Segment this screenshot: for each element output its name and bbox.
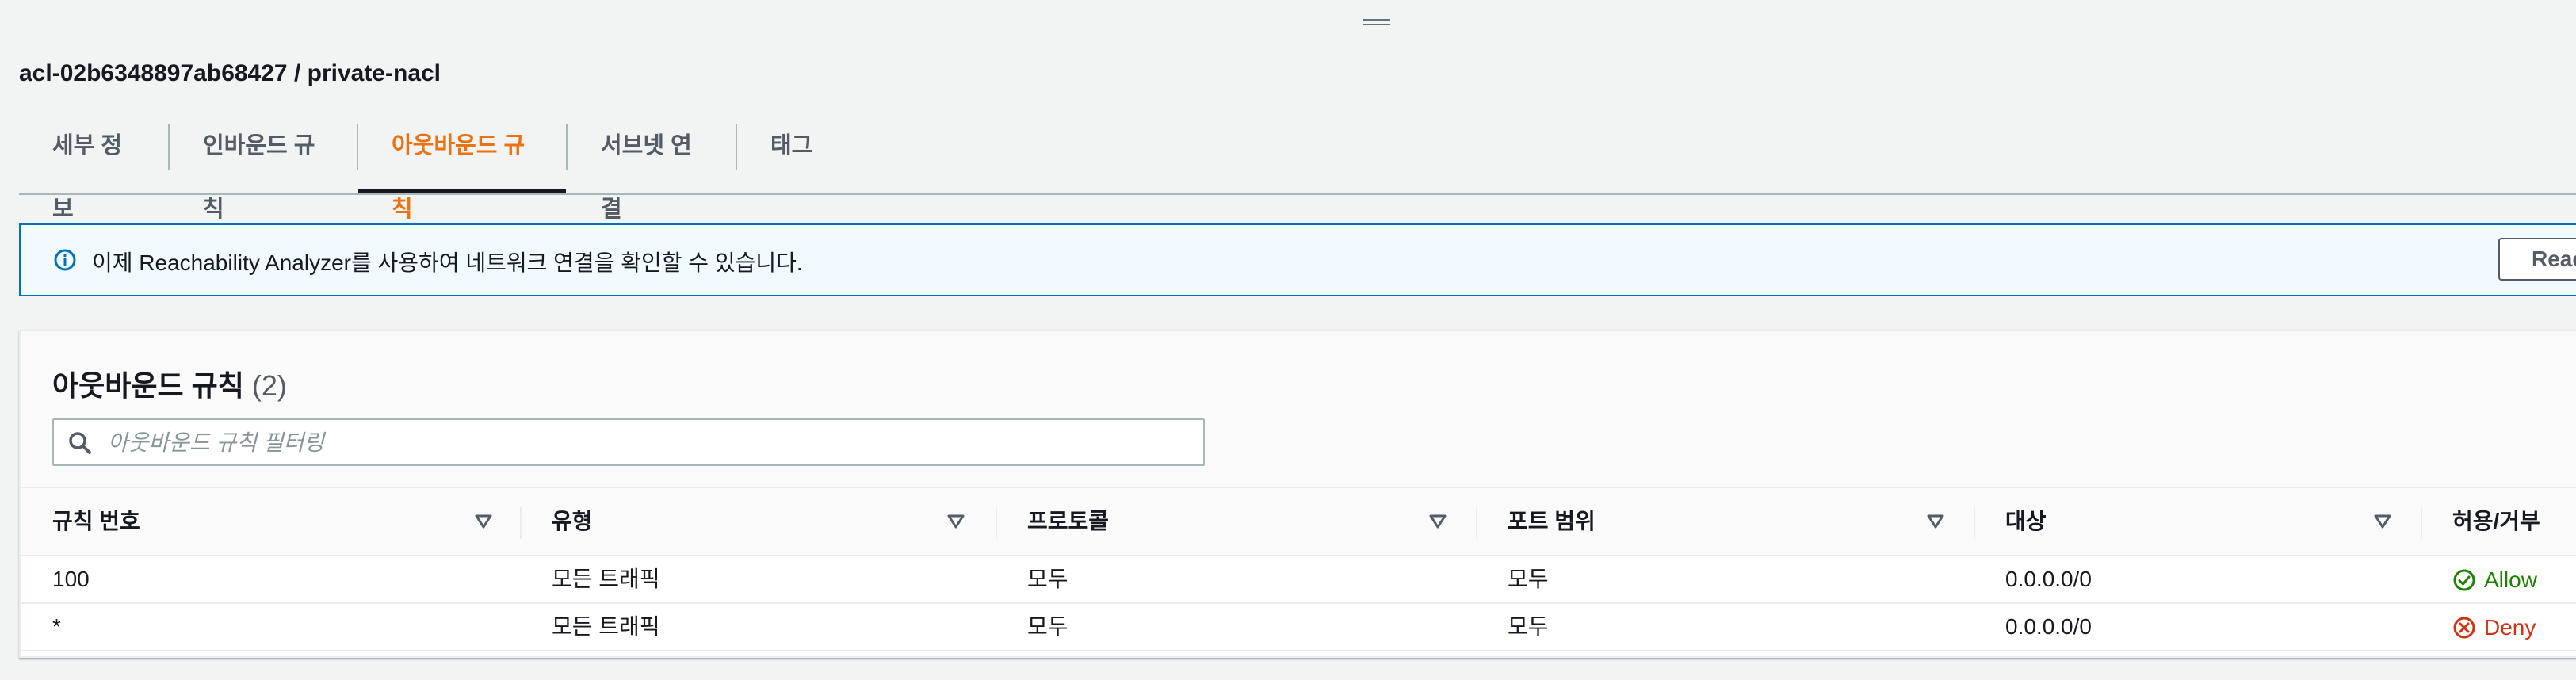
cell-protocol: 모두 [1027, 614, 1068, 639]
outbound-rules-panel: 아웃바운드 규칙 (2) 규칙 번호 유형 프로토콜 포트 범위 대상 [19, 330, 2576, 658]
column-header-type[interactable]: 유형 [552, 488, 593, 555]
tab-inbound-rules[interactable]: 인바운드 규칙 [170, 114, 357, 222]
sort-icon[interactable] [474, 512, 493, 531]
tab-bar: 세부 정보 인바운드 규칙 아웃바운드 규칙 서브넷 연결 태그 [19, 114, 2576, 222]
tab-details[interactable]: 세부 정보 [19, 114, 168, 222]
column-divider[interactable] [1476, 507, 1477, 539]
cell-destination: 0.0.0.0/0 [2005, 567, 2092, 591]
info-icon [54, 249, 76, 271]
panel-title-label: 아웃바운드 규칙 [52, 369, 244, 402]
table-row[interactable]: 100 모든 트래픽 모두 모두 0.0.0.0/0 Allow [21, 556, 2576, 604]
x-circle-icon [2453, 617, 2475, 639]
panel-resize-handle[interactable] [1363, 19, 1390, 25]
cell-rule-number: 100 [52, 567, 90, 591]
column-divider[interactable] [996, 507, 997, 539]
tab-tags[interactable]: 태그 [737, 114, 856, 192]
status-allow: Allow [2452, 567, 2537, 593]
cell-port-range: 모두 [1508, 567, 1549, 591]
check-circle-icon [2453, 569, 2475, 591]
column-header-protocol[interactable]: 프로토콜 [1027, 488, 1109, 555]
info-alert: 이제 Reachability Analyzer를 사용하여 네트워크 연결을 … [19, 223, 2576, 296]
panel-title: 아웃바운드 규칙 (2) [52, 363, 287, 404]
table-row[interactable]: * 모든 트래픽 모두 모두 0.0.0.0/0 Deny [21, 604, 2576, 651]
column-divider[interactable] [520, 507, 522, 539]
column-header-destination[interactable]: 대상 [2005, 488, 2047, 555]
alert-message: 이제 Reachability Analyzer를 사용하여 네트워크 연결을 … [92, 250, 803, 275]
column-header-rule-number[interactable]: 규칙 번호 [52, 488, 140, 555]
tab-outbound-rules[interactable]: 아웃바운드 규칙 [358, 114, 566, 222]
table-header: 규칙 번호 유형 프로토콜 포트 범위 대상 허용/거부 [21, 487, 2576, 556]
status-deny: Deny [2452, 615, 2536, 640]
sort-icon[interactable] [1428, 512, 1447, 531]
filter-search-box [52, 418, 1205, 466]
sort-icon[interactable] [946, 512, 965, 531]
search-icon [67, 430, 94, 457]
page-title: acl-02b6348897ab68427 / private-nacl [19, 60, 441, 86]
status-label: Deny [2484, 615, 2536, 640]
column-divider[interactable] [1974, 507, 1975, 539]
panel-header: 아웃바운드 규칙 (2) [21, 331, 2576, 487]
cell-type: 모든 트래픽 [552, 567, 660, 591]
sort-icon[interactable] [1926, 512, 1945, 531]
sort-icon[interactable] [2373, 512, 2392, 531]
column-header-port-range[interactable]: 포트 범위 [1508, 488, 1596, 555]
reachability-analyzer-button[interactable]: Reac [2498, 238, 2576, 281]
cell-type: 모든 트래픽 [552, 614, 660, 639]
rule-count: (2) [251, 369, 287, 402]
cell-protocol: 모두 [1027, 567, 1068, 591]
filter-input[interactable] [106, 426, 1187, 460]
column-divider[interactable] [2421, 507, 2422, 539]
cell-port-range: 모두 [1508, 614, 1549, 639]
status-label: Allow [2484, 567, 2537, 592]
cell-rule-number: * [52, 614, 61, 639]
cell-destination: 0.0.0.0/0 [2005, 614, 2092, 639]
tab-subnet-associations[interactable]: 서브넷 연결 [568, 114, 736, 222]
column-header-allow-deny[interactable]: 허용/거부 [2452, 488, 2540, 555]
